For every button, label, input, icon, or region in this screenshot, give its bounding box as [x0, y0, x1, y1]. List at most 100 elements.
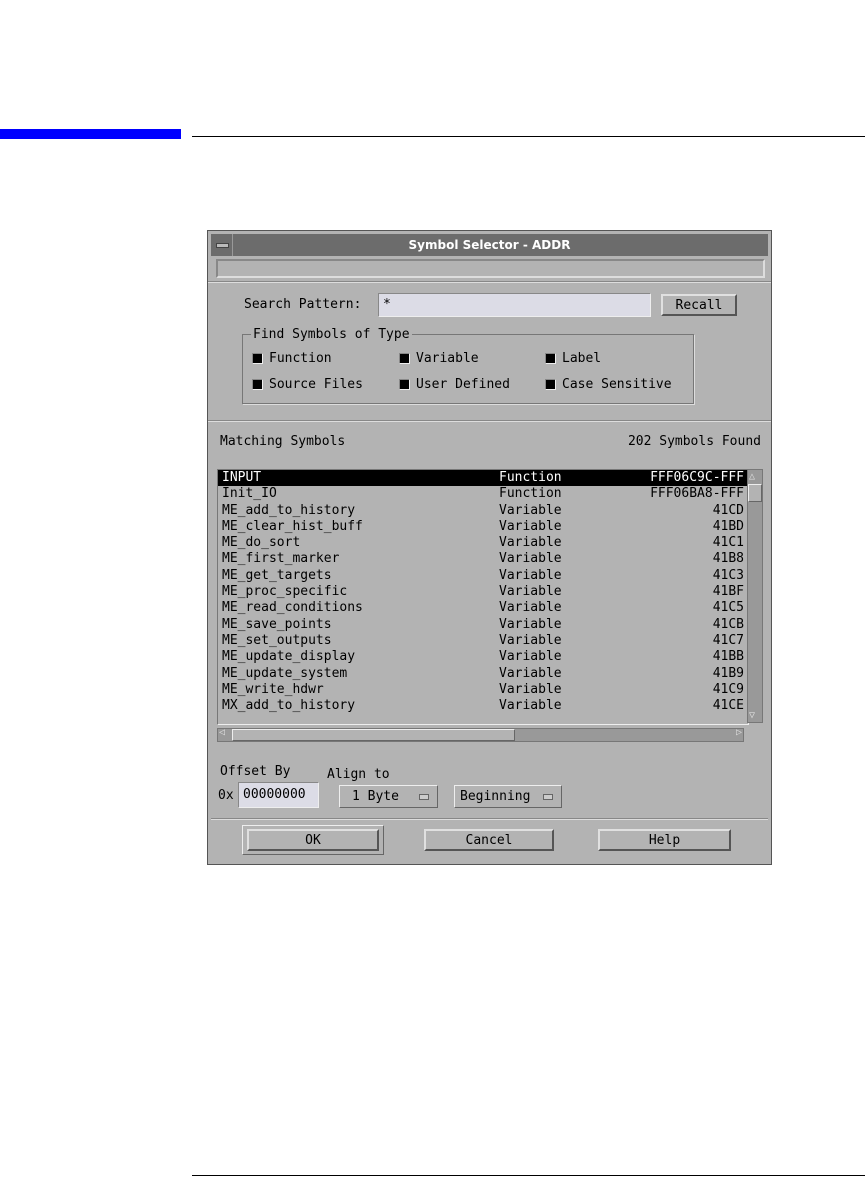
- symbol-name: ME_update_display: [222, 649, 356, 665]
- align-size-value: 1 Byte: [352, 789, 399, 804]
- symbol-type: Variable: [499, 518, 562, 534]
- symbol-row[interactable]: ME_get_targets Variable 41C3: [218, 568, 748, 584]
- separator: [211, 818, 768, 820]
- checkbox-function[interactable]: Function: [252, 351, 332, 366]
- checkbox-user-defined[interactable]: User Defined: [399, 377, 510, 392]
- search-pattern-label: Search Pattern:: [244, 297, 362, 312]
- symbol-type: Variable: [499, 632, 562, 648]
- scroll-up-arrow-icon[interactable]: △: [749, 471, 755, 482]
- symbol-row[interactable]: INPUT Function FFF06C9C-FFF: [218, 470, 748, 487]
- symbol-selector-dialog: Symbol Selector - ADDR Search Pattern: *…: [207, 230, 772, 865]
- symbol-name: ME_first_marker: [222, 551, 340, 567]
- checkbox-indicator: [252, 379, 263, 390]
- symbol-type: Function: [499, 470, 562, 485]
- offset-prefix: 0x: [218, 788, 234, 803]
- symbol-row[interactable]: ME_write_hdwr Variable 41C9: [218, 682, 748, 698]
- checkbox-label: Label: [562, 351, 602, 366]
- symbol-type: Variable: [499, 535, 562, 551]
- top-rule: [192, 136, 865, 137]
- align-position-dropdown[interactable]: Beginning: [454, 785, 562, 808]
- symbol-name: ME_save_points: [222, 616, 332, 632]
- checkbox-label: Function: [269, 351, 332, 366]
- symbol-name: ME_proc_specific: [222, 584, 348, 600]
- checkbox-indicator: [399, 353, 410, 364]
- symbol-address: 41BF: [712, 584, 744, 600]
- group-label: Find Symbols of Type: [251, 327, 412, 342]
- symbol-name: ME_add_to_history: [222, 502, 356, 518]
- checkbox-label-type[interactable]: Label: [545, 351, 601, 366]
- window-menu-button[interactable]: [211, 234, 233, 256]
- recall-button[interactable]: Recall: [661, 294, 737, 316]
- symbol-row[interactable]: ME_update_display Variable 41BB: [218, 649, 748, 665]
- align-to-label: Align to: [327, 767, 390, 782]
- vertical-scrollbar[interactable]: △ ▽: [747, 469, 763, 723]
- cancel-button[interactable]: Cancel: [424, 829, 554, 851]
- scroll-left-arrow-icon[interactable]: ◁: [219, 727, 225, 738]
- symbol-address: 41CB: [712, 616, 744, 632]
- symbol-name: MX_add_to_history: [222, 698, 356, 714]
- symbol-type: Variable: [499, 584, 562, 600]
- symbol-address: 41CE: [712, 698, 744, 714]
- symbol-name: ME_clear_hist_buff: [222, 518, 363, 534]
- symbol-type: Variable: [499, 698, 562, 714]
- symbols-found-count: 202 Symbols Found: [627, 434, 761, 449]
- offset-input[interactable]: 00000000: [238, 782, 319, 808]
- checkbox-indicator: [252, 353, 263, 364]
- symbol-row[interactable]: MX_add_to_history Variable 41CE: [218, 698, 748, 714]
- matching-symbols-label: Matching Symbols: [220, 434, 346, 449]
- symbol-name: ME_read_conditions: [222, 600, 363, 616]
- symbol-row[interactable]: ME_update_system Variable 41B9: [218, 666, 748, 682]
- checkbox-indicator: [545, 379, 556, 390]
- symbol-list[interactable]: INPUT Function FFF06C9C-FFF Init_IO Function…: [217, 469, 749, 725]
- checkbox-indicator: [399, 379, 410, 390]
- symbol-row[interactable]: ME_clear_hist_buff Variable 41BD: [218, 519, 748, 535]
- checkbox-case-sensitive[interactable]: Case Sensitive: [545, 377, 672, 392]
- symbol-address: 41C7: [712, 632, 744, 648]
- checkbox-variable[interactable]: Variable: [399, 351, 479, 366]
- option-menu-icon: [543, 794, 553, 800]
- symbol-type: Variable: [499, 502, 562, 518]
- scroll-thumb[interactable]: [748, 484, 762, 502]
- symbol-row[interactable]: ME_add_to_history Variable 41CD: [218, 503, 748, 519]
- checkbox-label: User Defined: [416, 377, 510, 392]
- message-bar: [216, 259, 765, 278]
- bottom-rule: [192, 1175, 865, 1176]
- symbol-row[interactable]: ME_do_sort Variable 41C1: [218, 535, 748, 551]
- symbol-address: 41C3: [712, 567, 744, 583]
- symbol-row[interactable]: ME_set_outputs Variable 41C7: [218, 633, 748, 649]
- search-pattern-input[interactable]: *: [378, 293, 651, 317]
- symbol-name: ME_write_hdwr: [222, 681, 324, 697]
- symbol-address: 41C5: [712, 600, 744, 616]
- symbol-type: Function: [499, 486, 562, 502]
- symbol-address: 41BD: [712, 518, 744, 534]
- symbol-row[interactable]: ME_save_points Variable 41CB: [218, 617, 748, 633]
- horizontal-scrollbar[interactable]: ◁ ▷: [217, 727, 744, 742]
- title-bar[interactable]: Symbol Selector - ADDR: [211, 234, 768, 256]
- ok-button[interactable]: OK: [247, 829, 379, 851]
- find-symbols-group: Find Symbols of Type Function Variable L…: [242, 327, 694, 404]
- symbol-row[interactable]: ME_read_conditions Variable 41C5: [218, 600, 748, 616]
- symbol-row[interactable]: Init_IO Function FFF06BA8-FFF: [218, 486, 748, 502]
- symbol-address: FFF06C9C-FFF: [650, 470, 744, 485]
- scroll-down-arrow-icon[interactable]: ▽: [749, 710, 755, 721]
- separator: [208, 420, 771, 422]
- separator: [208, 281, 771, 283]
- symbol-name: ME_do_sort: [222, 535, 301, 551]
- checkbox-source-files[interactable]: Source Files: [252, 377, 363, 392]
- symbol-type: Variable: [499, 681, 562, 697]
- help-button[interactable]: Help: [598, 829, 731, 851]
- symbol-name: ME_set_outputs: [222, 632, 332, 648]
- symbol-address: 41C1: [712, 535, 744, 551]
- scroll-thumb[interactable]: [232, 729, 515, 741]
- symbol-row[interactable]: ME_first_marker Variable 41B8: [218, 551, 748, 567]
- symbol-type: Variable: [499, 551, 562, 567]
- checkbox-label: Variable: [416, 351, 479, 366]
- symbol-name: INPUT: [222, 470, 262, 485]
- scroll-right-arrow-icon[interactable]: ▷: [736, 727, 742, 738]
- symbol-row[interactable]: ME_proc_specific Variable 41BF: [218, 584, 748, 600]
- align-position-value: Beginning: [460, 789, 531, 804]
- offset-by-label: Offset By: [220, 764, 291, 779]
- symbol-name: Init_IO: [222, 486, 277, 502]
- option-menu-icon: [419, 794, 429, 800]
- align-size-dropdown[interactable]: 1 Byte: [339, 785, 438, 808]
